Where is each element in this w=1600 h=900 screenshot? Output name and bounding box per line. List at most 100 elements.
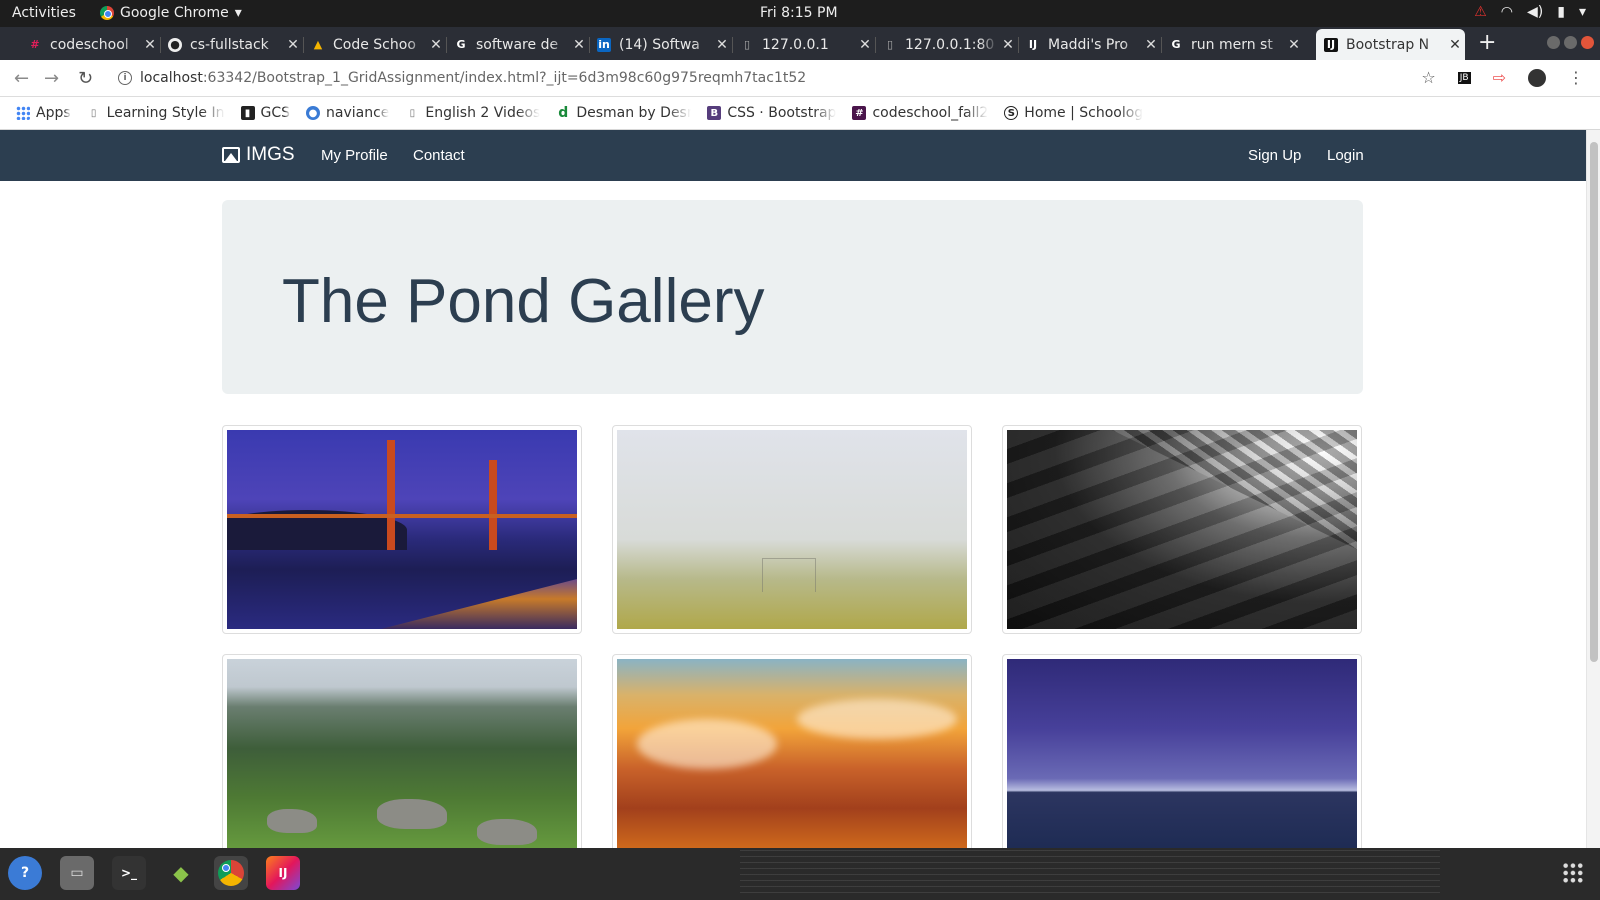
tab-maddis-project[interactable]: IJ Maddi's Pro ✕ (1018, 29, 1161, 60)
address-bar[interactable]: i localhost:63342/Bootstrap_1_GridAssign… (118, 70, 806, 86)
back-icon[interactable]: ← (14, 68, 29, 89)
menu-icon[interactable]: ⋮ (1568, 68, 1584, 87)
gallery-thumbnail[interactable] (222, 425, 582, 634)
tab-cs-fullstack[interactable]: ● cs-fullstack ✕ (160, 29, 303, 60)
tab-title: run mern st (1191, 36, 1273, 53)
jetbrains-extension-icon[interactable]: JB (1457, 71, 1471, 84)
chrome-dock-icon[interactable] (214, 856, 248, 890)
files-icon[interactable]: ▭ (60, 856, 94, 890)
jetbrains-icon: IJ (1324, 37, 1338, 52)
bookmark-label: Learning Style In (106, 105, 225, 121)
close-icon[interactable]: ✕ (283, 37, 303, 53)
close-icon[interactable]: ✕ (712, 37, 732, 53)
toolbar-icons: ☆ JB ⇨ ⋮ (1421, 68, 1584, 87)
apps-grid-icon (16, 106, 30, 120)
terminal-background (740, 850, 1440, 898)
tab-run-mern[interactable]: G run mern st ✕ (1161, 29, 1304, 60)
slack-icon: # (30, 38, 40, 51)
battery-icon[interactable]: ▮ (1557, 4, 1565, 20)
bookmark-star-icon[interactable]: ☆ (1421, 68, 1435, 87)
page-icon: ▯ (743, 38, 751, 51)
activities-button[interactable]: Activities (12, 5, 76, 21)
close-icon[interactable]: ✕ (1284, 37, 1304, 53)
bookmarks-bar: Apps ▯ Learning Style In ▮ GCS ● navianc… (0, 97, 1600, 130)
intellij-icon[interactable]: IJ (266, 856, 300, 890)
app-menu[interactable]: Google Chrome ▾ (100, 5, 242, 21)
close-icon[interactable]: ✕ (998, 37, 1018, 53)
clock[interactable]: Fri 8:15 PM (760, 5, 838, 21)
close-icon[interactable]: ✕ (569, 37, 589, 53)
gallery-thumbnail[interactable] (1002, 654, 1362, 848)
avatar[interactable] (1528, 68, 1546, 87)
tab-linkedin[interactable]: in (14) Softwa ✕ (589, 29, 732, 60)
gallery-thumbnail[interactable] (612, 654, 972, 848)
gallery-thumbnail[interactable] (1002, 425, 1362, 634)
bookmark-label: Apps (36, 105, 71, 121)
extension-icon[interactable]: ⇨ (1493, 68, 1506, 87)
bookmark-css-bootstrap[interactable]: B CSS · Bootstrap (707, 105, 836, 121)
help-icon[interactable]: ? (8, 856, 42, 890)
linkedin-icon: in (597, 37, 611, 52)
warning-icon[interactable]: ⚠ (1474, 4, 1487, 20)
close-window-button[interactable] (1581, 36, 1594, 49)
nav-sign-up[interactable]: Sign Up (1248, 147, 1301, 164)
info-icon[interactable]: i (118, 71, 132, 85)
gallery-thumbnail[interactable] (612, 425, 972, 634)
tab-codeschool[interactable]: # codeschool ✕ (20, 29, 160, 60)
chevron-down-icon: ▾ (234, 5, 242, 21)
ubuntu-top-bar: Activities Google Chrome ▾ Fri 8:15 PM ⚠… (0, 0, 1600, 27)
bookmark-learning-style[interactable]: ▯ Learning Style In (87, 105, 225, 121)
bookmark-schoology[interactable]: S Home | Schoolog (1004, 105, 1143, 121)
terminal-icon[interactable]: >_ (112, 856, 146, 890)
bookmark-naviance[interactable]: ● naviance (306, 105, 389, 121)
close-icon[interactable]: ✕ (855, 37, 875, 53)
desman-icon: d (558, 105, 569, 121)
new-tab-button[interactable]: + (1478, 30, 1496, 55)
bookmark-english-videos[interactable]: ▯ English 2 Videos (405, 105, 541, 121)
close-icon[interactable]: ✕ (140, 37, 160, 53)
url-path: :63342/Bootstrap_1_GridAssignment/index.… (202, 70, 807, 86)
close-icon[interactable]: ✕ (1141, 37, 1161, 53)
wifi-icon[interactable]: ◠ (1501, 4, 1513, 20)
bookmark-desman[interactable]: d Desman by Desm (556, 105, 691, 121)
google-icon: G (456, 38, 466, 51)
dock: ? ▭ >_ ◆ IJ (0, 848, 1600, 900)
google-drive-icon: ▲ (313, 38, 323, 51)
reload-icon[interactable]: ↻ (78, 68, 93, 89)
tab-bootstrap-active[interactable]: IJ Bootstrap N ✕ (1316, 29, 1465, 60)
tab-localhost-1[interactable]: ▯ 127.0.0.1 ✕ (732, 29, 875, 60)
nav-login[interactable]: Login (1327, 147, 1364, 164)
mountain-photo (227, 659, 577, 848)
scrollbar[interactable] (1586, 130, 1600, 848)
chevron-down-icon[interactable]: ▾ (1579, 4, 1586, 20)
close-icon[interactable]: ✕ (1445, 37, 1465, 53)
scrollbar-thumb[interactable] (1590, 142, 1598, 662)
tab-software-dev[interactable]: G software de ✕ (446, 29, 589, 60)
site-brand[interactable]: IMGS (222, 144, 295, 166)
bookmark-gcs[interactable]: ▮ GCS (240, 105, 290, 121)
gallery-thumbnail[interactable] (222, 654, 582, 848)
bookmark-apps[interactable]: Apps (16, 105, 71, 121)
bookmark-codeschool-fall[interactable]: # codeschool_fall2 (852, 105, 988, 121)
sea-photo (1007, 659, 1357, 848)
android-studio-icon[interactable]: ◆ (164, 856, 198, 890)
nav-my-profile[interactable]: My Profile (321, 147, 388, 164)
bookmark-label: naviance (326, 105, 390, 121)
page-icon: ▯ (90, 107, 97, 119)
tab-code-school[interactable]: ▲ Code Schoo ✕ (303, 29, 446, 60)
sunset-photo (617, 659, 967, 848)
system-tray[interactable]: ⚠ ◠ ◀) ▮ ▾ (1474, 4, 1586, 20)
tab-localhost-2[interactable]: ▯ 127.0.0.1:80 ✕ (875, 29, 1018, 60)
tab-title: Code Schoo (333, 36, 416, 53)
tab-title: cs-fullstack (190, 36, 269, 53)
page-viewport: IMGS My Profile Contact Sign Up Login Th… (0, 130, 1600, 848)
close-icon[interactable]: ✕ (426, 37, 446, 53)
forward-icon[interactable]: → (44, 68, 59, 89)
show-applications-icon[interactable] (1562, 862, 1584, 884)
maximize-button[interactable] (1564, 36, 1577, 49)
schoology-icon: S (1004, 106, 1019, 120)
minimize-button[interactable] (1547, 36, 1560, 49)
nav-contact[interactable]: Contact (413, 147, 465, 164)
volume-icon[interactable]: ◀) (1527, 4, 1543, 20)
github-icon: ● (168, 37, 182, 52)
